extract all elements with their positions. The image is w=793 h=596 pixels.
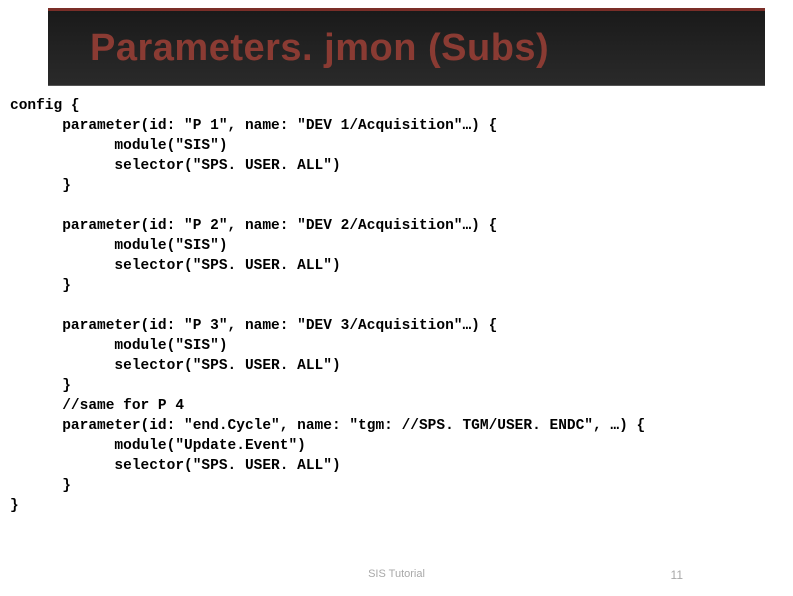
footer: SIS Tutorial 11 xyxy=(0,568,793,590)
slide-title: Parameters. jmon (Subs) xyxy=(90,27,549,70)
title-band: Parameters. jmon (Subs) xyxy=(48,8,765,86)
page-number: 11 xyxy=(671,568,683,582)
footer-label: SIS Tutorial xyxy=(368,568,425,580)
code-block: config { parameter(id: "P 1", name: "DEV… xyxy=(10,96,773,516)
slide: Parameters. jmon (Subs) config { paramet… xyxy=(0,0,793,596)
